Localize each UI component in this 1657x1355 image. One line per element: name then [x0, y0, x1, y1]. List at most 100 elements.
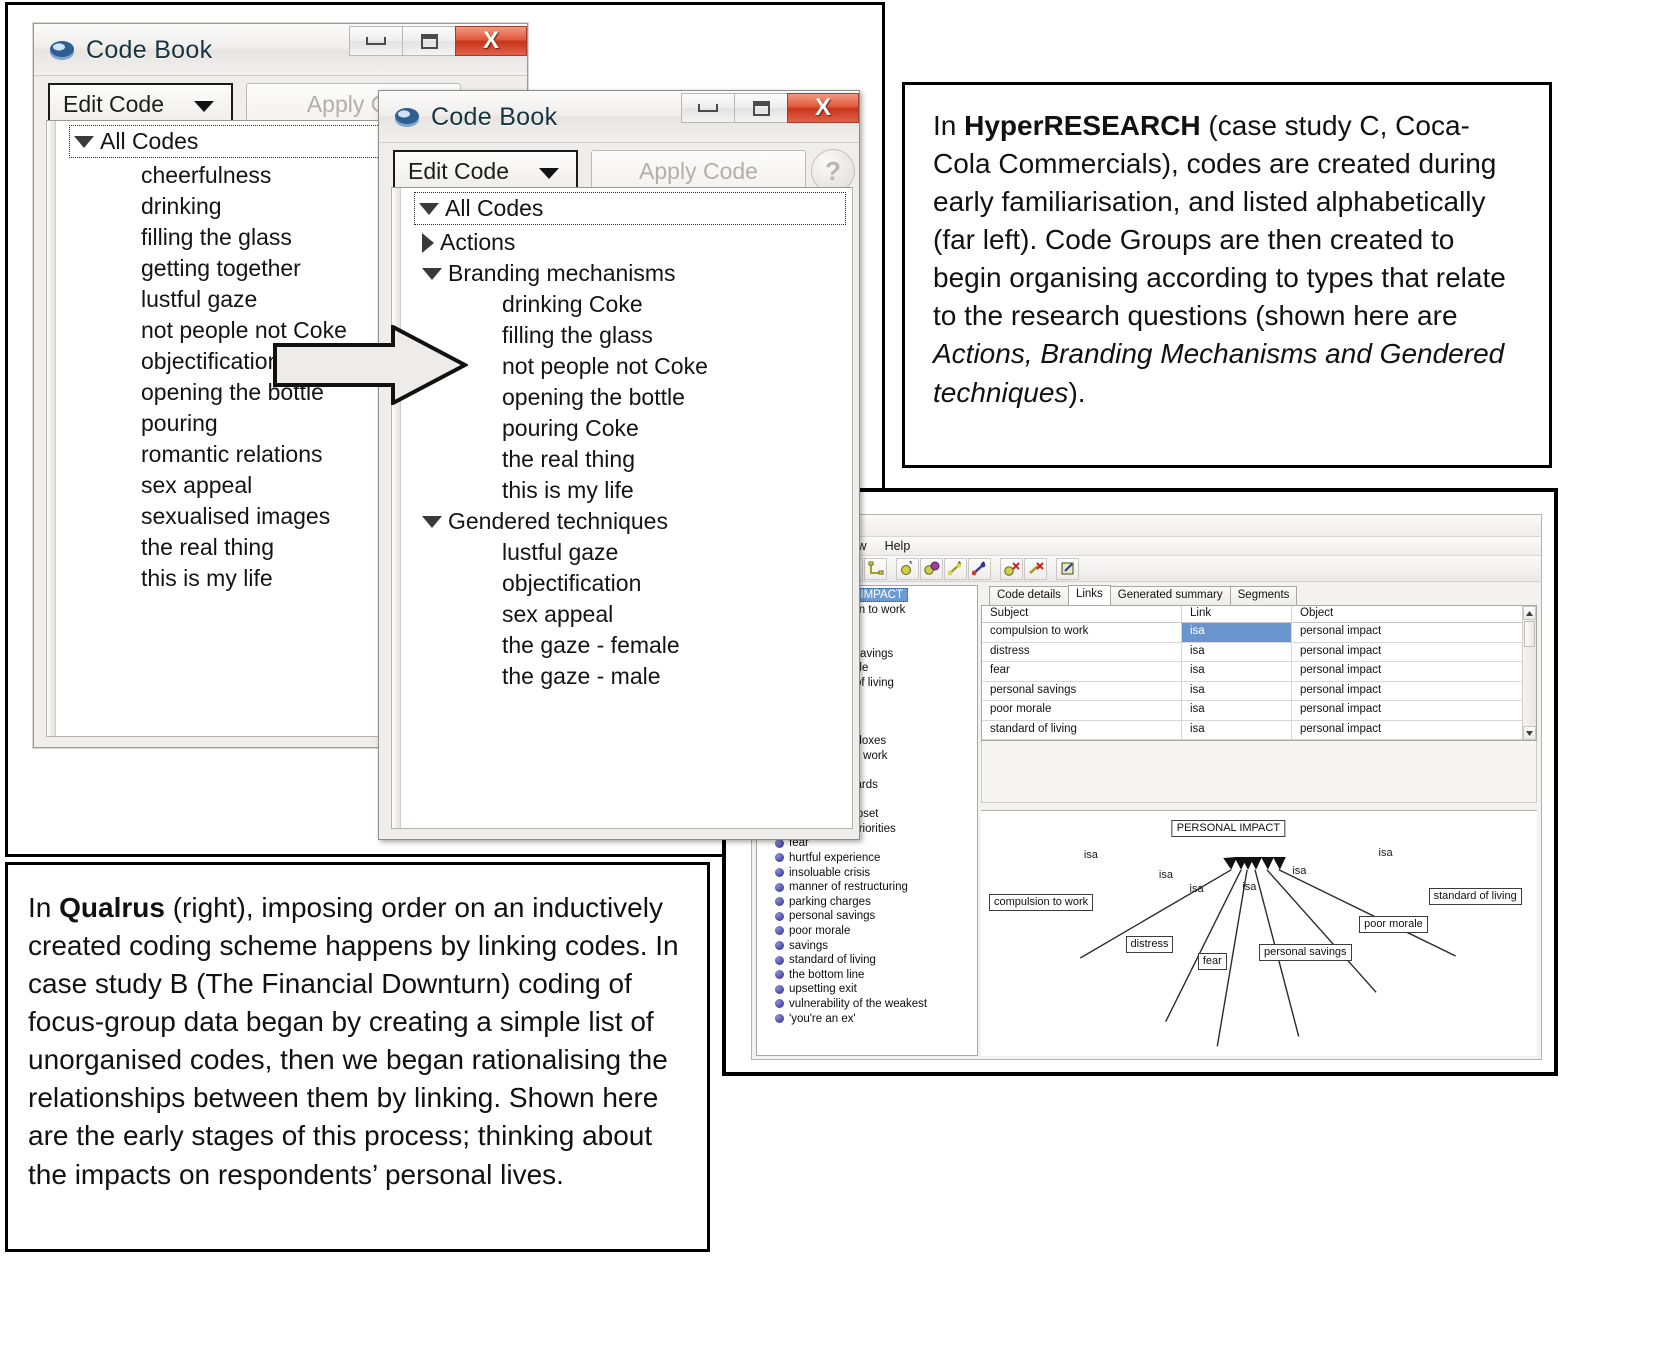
- code-book-window-b[interactable]: Code Book X Edit Code Apply Code ? 21 Co…: [378, 90, 860, 840]
- table-row[interactable]: poor morale isa personal impact: [982, 701, 1536, 721]
- new-link-icon[interactable]: *: [944, 557, 967, 580]
- tab-links[interactable]: Links: [1067, 585, 1111, 605]
- table-row[interactable]: personal savings isa personal impact: [982, 681, 1536, 701]
- code-item[interactable]: this is my life: [392, 475, 852, 506]
- graph-node[interactable]: personal savings: [1259, 944, 1352, 961]
- maximize-button-b[interactable]: [734, 93, 788, 123]
- tab-code-details[interactable]: Code details: [989, 586, 1069, 605]
- graph-node[interactable]: poor morale: [1359, 916, 1428, 933]
- title-bar-b[interactable]: Code Book X: [379, 91, 859, 143]
- tree-root-b[interactable]: All Codes: [414, 192, 846, 225]
- column-header-link[interactable]: Link: [1182, 606, 1292, 622]
- code-group-item[interactable]: Gendered techniques: [392, 506, 852, 537]
- new-code-icon[interactable]: *: [896, 557, 919, 580]
- graph-node[interactable]: compulsion to work: [989, 894, 1094, 911]
- scrollbar-b[interactable]: [392, 188, 401, 828]
- tree-code-label: upsetting exit: [789, 983, 857, 996]
- delete-link-icon[interactable]: [1024, 557, 1047, 580]
- edit-code-button-a[interactable]: Edit Code: [48, 83, 233, 125]
- code-group-item[interactable]: Branding mechanisms: [392, 258, 852, 289]
- link-graph[interactable]: PERSONAL IMPACT isa isa isa isa isa isa …: [981, 810, 1537, 1056]
- code-editor-window[interactable]: Code editor FileEditViewHelp 0*** −PERSO…: [751, 514, 1542, 1060]
- scrollbar-a[interactable]: [47, 121, 56, 736]
- cell-link[interactable]: isa: [1182, 662, 1292, 681]
- cell-object[interactable]: personal impact: [1292, 701, 1536, 720]
- toolbar[interactable]: 0***: [752, 556, 1541, 582]
- cell-subject[interactable]: poor morale: [982, 701, 1182, 720]
- tab-segments[interactable]: Segments: [1229, 586, 1298, 605]
- tree-code-item[interactable]: manner of restructuring: [760, 880, 977, 895]
- tree-code-item[interactable]: 'you're an ex': [760, 1011, 977, 1026]
- cell-link[interactable]: isa: [1182, 681, 1292, 700]
- cell-object[interactable]: personal impact: [1292, 662, 1536, 681]
- code-group-item[interactable]: Actions: [392, 227, 852, 258]
- close-button-b[interactable]: X: [787, 93, 859, 123]
- tab-bar[interactable]: Code details Links Generated summary Segmen…: [981, 585, 1537, 605]
- cell-object[interactable]: personal impact: [1292, 681, 1536, 700]
- tree-code-item[interactable]: parking charges: [760, 894, 977, 909]
- edit-link-icon[interactable]: *: [968, 557, 991, 580]
- tree-code-item[interactable]: the bottom line: [760, 967, 977, 982]
- code-list-b[interactable]: All Codes Actions Branding mechanisms drin…: [391, 187, 853, 829]
- cell-object[interactable]: personal impact: [1292, 623, 1536, 642]
- graph-node[interactable]: distress: [1125, 936, 1174, 953]
- code-item[interactable]: objectification: [392, 568, 852, 599]
- graph-node[interactable]: standard of living: [1428, 888, 1522, 905]
- code-item[interactable]: pouring Coke: [392, 413, 852, 444]
- cell-subject[interactable]: fear: [982, 662, 1182, 681]
- tree-code-item[interactable]: savings: [760, 938, 977, 953]
- edit-note-icon[interactable]: [1056, 557, 1079, 580]
- cell-link[interactable]: isa: [1182, 701, 1292, 720]
- cell-link[interactable]: isa: [1182, 623, 1292, 642]
- tree-structure-icon[interactable]: [864, 557, 887, 580]
- cell-link[interactable]: isa: [1182, 642, 1292, 661]
- column-header-subject[interactable]: Subject: [982, 606, 1182, 622]
- apply-code-button-b[interactable]: Apply Code: [591, 150, 806, 192]
- delete-code-icon[interactable]: [1000, 557, 1023, 580]
- table-row[interactable]: distress isa personal impact: [982, 642, 1536, 662]
- tab-generated-summary[interactable]: Generated summary: [1109, 586, 1231, 605]
- code-item[interactable]: the gaze - female: [392, 630, 852, 661]
- scroll-down-icon[interactable]: [1523, 726, 1536, 740]
- tree-code-label: vulnerability of the weakest: [789, 997, 928, 1010]
- cell-object[interactable]: personal impact: [1292, 642, 1536, 661]
- graph-node[interactable]: fear: [1197, 953, 1227, 970]
- table-scrollbar[interactable]: [1522, 606, 1536, 740]
- code-editor-title-bar[interactable]: Code editor: [752, 515, 1541, 537]
- code-item[interactable]: the real thing: [392, 444, 852, 475]
- table-row[interactable]: fear isa personal impact: [982, 662, 1536, 682]
- code-item[interactable]: sex appeal: [392, 599, 852, 630]
- minimize-button-a[interactable]: [349, 26, 403, 56]
- graph-node-root[interactable]: PERSONAL IMPACT: [1171, 820, 1286, 837]
- tree-code-item[interactable]: vulnerability of the weakest: [760, 997, 977, 1012]
- cell-subject[interactable]: standard of living: [982, 720, 1182, 739]
- menu-bar[interactable]: FileEditViewHelp: [752, 537, 1541, 556]
- tree-code-item[interactable]: standard of living: [760, 953, 977, 968]
- cell-subject[interactable]: personal savings: [982, 681, 1182, 700]
- tree-code-item[interactable]: hurtful experience: [760, 851, 977, 866]
- menu-item-help[interactable]: Help: [885, 539, 911, 553]
- tree-code-item[interactable]: poor morale: [760, 924, 977, 939]
- edit-code-button-b[interactable]: Edit Code: [393, 150, 578, 192]
- table-row[interactable]: compulsion to work isa personal impact: [982, 623, 1536, 643]
- title-bar-a[interactable]: Code Book X: [34, 24, 527, 76]
- maximize-button-a[interactable]: [402, 26, 456, 56]
- close-button-a[interactable]: X: [455, 26, 527, 56]
- cell-link[interactable]: isa: [1182, 720, 1292, 739]
- table-row[interactable]: standard of living isa personal impact: [982, 720, 1536, 740]
- tree-code-item[interactable]: personal savings: [760, 909, 977, 924]
- scrollbar-thumb[interactable]: [1524, 621, 1535, 647]
- column-header-object[interactable]: Object: [1292, 606, 1536, 622]
- code-item[interactable]: drinking Coke: [392, 289, 852, 320]
- cell-object[interactable]: personal impact: [1292, 720, 1536, 739]
- cell-subject[interactable]: compulsion to work: [982, 623, 1182, 642]
- code-group-icon[interactable]: [920, 557, 943, 580]
- cell-subject[interactable]: distress: [982, 642, 1182, 661]
- links-table[interactable]: Subject Link Object compulsion to work isa p…: [981, 605, 1537, 741]
- code-item[interactable]: lustful gaze: [392, 537, 852, 568]
- minimize-button-b[interactable]: [681, 93, 735, 123]
- tree-code-item[interactable]: upsetting exit: [760, 982, 977, 997]
- code-item[interactable]: the gaze - male: [392, 661, 852, 692]
- scroll-up-icon[interactable]: [1523, 606, 1536, 620]
- tree-code-item[interactable]: insoluable crisis: [760, 865, 977, 880]
